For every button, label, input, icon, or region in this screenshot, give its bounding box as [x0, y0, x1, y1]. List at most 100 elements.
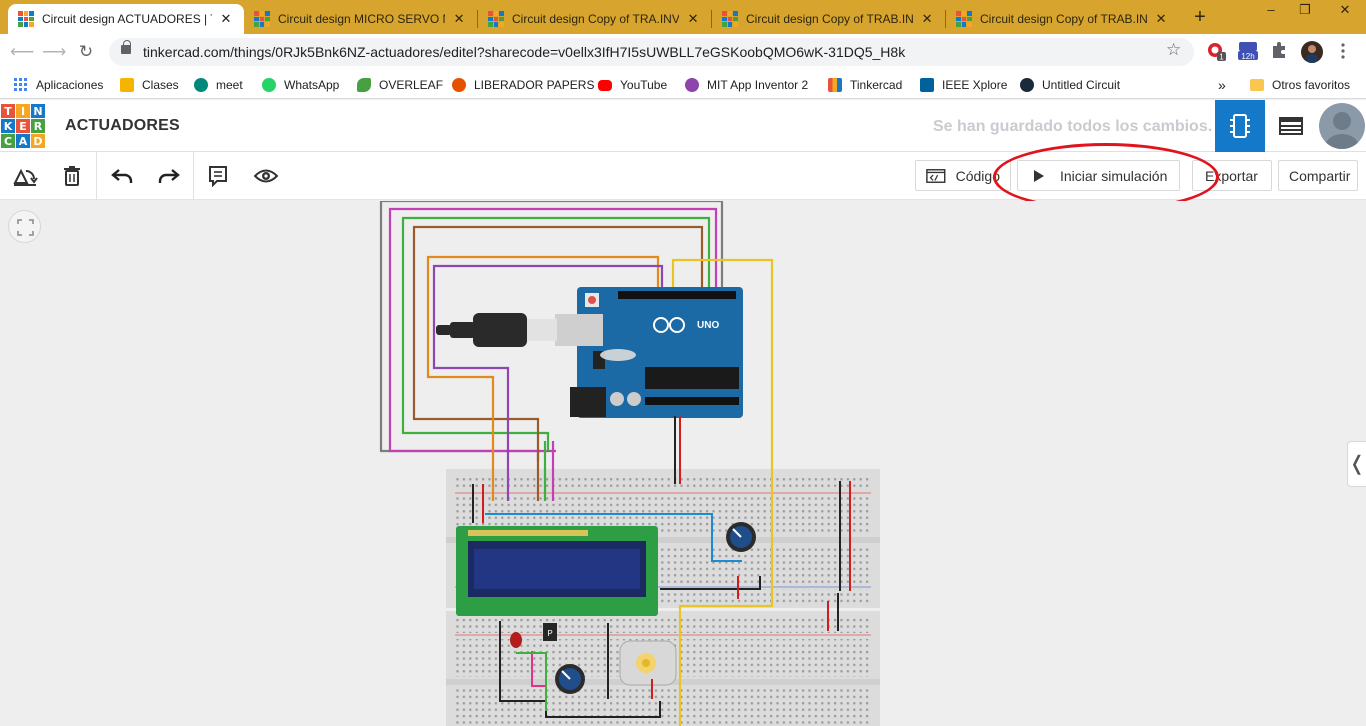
- potentiometer-lcd[interactable]: [726, 522, 756, 552]
- bookmark-other-favorites[interactable]: Otros favoritos: [1250, 76, 1350, 94]
- logo-letter: D: [31, 134, 45, 148]
- close-tab-icon[interactable]: ✕: [218, 11, 234, 27]
- bookmark-untitled-circuit[interactable]: Untitled Circuit: [1020, 76, 1120, 94]
- export-button-label: Exportar: [1205, 167, 1258, 184]
- bookmark-aplicaciones[interactable]: Aplicaciones: [14, 76, 103, 94]
- visibility-eye-icon[interactable]: [251, 161, 281, 191]
- chrome-menu-icon[interactable]: [1337, 41, 1349, 61]
- bookmark-whatsapp[interactable]: WhatsApp: [262, 76, 339, 94]
- meet-icon: [194, 78, 208, 92]
- notes-icon[interactable]: [203, 161, 233, 191]
- apps-grid-icon: [14, 78, 28, 92]
- browser-toolbar: ⟵ ⟶ ↻ tinkercad.com/things/0RJk5Bnk6NZ-a…: [0, 34, 1366, 70]
- youtube-icon: [598, 79, 612, 91]
- bookmark-ieee-xplore[interactable]: IEEE Xplore: [920, 76, 1007, 94]
- logo-letter: A: [16, 134, 30, 148]
- logo-letter: R: [31, 119, 45, 133]
- close-tab-icon[interactable]: ✕: [685, 11, 701, 27]
- bookmark-liberador-papers[interactable]: LIBERADOR PAPERS: [452, 76, 594, 94]
- user-avatar[interactable]: [1319, 103, 1365, 149]
- code-button-label: Código: [955, 167, 1000, 184]
- browser-tab-active[interactable]: Circuit design ACTUADORES | Ti ✕: [8, 4, 244, 34]
- logo-letter: K: [1, 119, 15, 133]
- bookmark-clases[interactable]: Clases: [120, 76, 179, 94]
- reload-button[interactable]: ↻: [74, 41, 98, 63]
- potentiometer-motor[interactable]: [555, 664, 585, 694]
- address-bar[interactable]: tinkercad.com/things/0RJk5Bnk6NZ-actuado…: [109, 38, 1194, 66]
- extension-opera-icon[interactable]: 1: [1207, 41, 1227, 62]
- browser-tab[interactable]: Circuit design MICRO SERVO M ✕: [244, 4, 477, 34]
- bookmarks-overflow-button[interactable]: »: [1218, 76, 1226, 94]
- tinkercad-favicon-icon: [18, 11, 34, 27]
- tinkercad-logo[interactable]: T I N K E R C A D: [1, 104, 45, 148]
- play-icon: [1034, 169, 1044, 182]
- breadboard-chip-icon: [1230, 114, 1250, 138]
- close-window-button[interactable]: ✕: [1330, 2, 1360, 18]
- browser-tab-strip: Circuit design ACTUADORES | Ti ✕ Circuit…: [0, 0, 1366, 34]
- bookmark-meet[interactable]: meet: [194, 76, 243, 94]
- redo-icon[interactable]: [154, 161, 184, 191]
- bookmark-label: Clases: [142, 78, 179, 92]
- close-tab-icon[interactable]: ✕: [1153, 11, 1169, 27]
- save-status-text: Se han guardado todos los cambios.: [933, 118, 1213, 135]
- overleaf-icon: [357, 78, 371, 92]
- undo-icon[interactable]: [107, 161, 137, 191]
- code-button[interactable]: Código: [915, 160, 1011, 191]
- tab-title: Circuit design Copy of TRAB.INV: [746, 12, 914, 26]
- extension-badge-text: 12h: [1241, 52, 1254, 61]
- tab-title: Circuit design Copy of TRA.INV.A: [512, 12, 680, 26]
- extension-calendar-icon[interactable]: 12h: [1237, 41, 1258, 61]
- lcd-16x2-display[interactable]: [456, 526, 658, 616]
- start-simulation-label: Iniciar simulación: [1060, 167, 1168, 184]
- bookmark-label: Otros favoritos: [1272, 78, 1351, 92]
- rotate-icon[interactable]: [10, 161, 40, 191]
- new-tab-button[interactable]: +: [1189, 6, 1211, 29]
- profile-avatar[interactable]: [1301, 41, 1323, 63]
- back-button[interactable]: ⟵: [10, 41, 34, 63]
- bookmark-mit-app-inventor[interactable]: MIT App Inventor 2: [685, 76, 808, 94]
- dc-motor[interactable]: [619, 640, 677, 686]
- component-list-view-button[interactable]: [1267, 100, 1315, 152]
- tinkercad-icon: [828, 78, 842, 92]
- red-led[interactable]: [510, 632, 522, 648]
- extension-badge-count: 1: [1219, 53, 1224, 62]
- minimize-window-button[interactable]: –: [1256, 2, 1286, 17]
- bookmark-label: OVERLEAF: [379, 78, 444, 92]
- maximize-window-button[interactable]: ❐: [1290, 2, 1320, 18]
- circuit-view-button[interactable]: [1215, 100, 1265, 152]
- classroom-icon: [120, 78, 134, 92]
- extensions-puzzle-icon[interactable]: [1270, 41, 1290, 61]
- close-tab-icon[interactable]: ✕: [919, 11, 935, 27]
- tinkercad-favicon-icon: [254, 11, 270, 27]
- bookmark-tinkercad[interactable]: Tinkercad: [828, 76, 902, 94]
- share-button-label: Compartir: [1289, 167, 1351, 184]
- circuit-icon: [1020, 78, 1034, 92]
- circuit-schematic: UNO P: [379, 201, 880, 726]
- bookmark-label: Untitled Circuit: [1042, 78, 1121, 92]
- bookmark-star-icon[interactable]: ☆: [1166, 40, 1181, 60]
- forward-button[interactable]: ⟶: [42, 41, 66, 63]
- export-button[interactable]: Exportar: [1192, 160, 1272, 191]
- close-tab-icon[interactable]: ✕: [451, 11, 467, 27]
- arduino-uno-board[interactable]: UNO: [570, 287, 743, 418]
- bookmark-label: meet: [216, 78, 243, 92]
- browser-tab[interactable]: Circuit design Copy of TRAB.INV ✕: [712, 4, 945, 34]
- project-title[interactable]: ACTUADORES: [65, 117, 180, 135]
- transistor[interactable]: P: [543, 623, 557, 641]
- browser-tab[interactable]: Circuit design Copy of TRAB.INV ✕: [946, 4, 1179, 34]
- bookmark-label: YouTube: [620, 78, 668, 92]
- tab-title: Circuit design MICRO SERVO M: [278, 12, 446, 26]
- start-simulation-button[interactable]: Iniciar simulación: [1017, 160, 1180, 191]
- tab-title: Circuit design Copy of TRAB.INV: [980, 12, 1148, 26]
- browser-tab[interactable]: Circuit design Copy of TRA.INV.A ✕: [478, 4, 711, 34]
- bookmark-youtube[interactable]: YouTube: [598, 76, 667, 94]
- usb-cable: [436, 313, 603, 347]
- bookmark-label: IEEE Xplore: [942, 78, 1008, 92]
- code-editor-icon: [926, 168, 946, 183]
- bookmark-overleaf[interactable]: OVERLEAF: [357, 76, 443, 94]
- svg-text:P: P: [547, 629, 552, 638]
- trash-icon[interactable]: [57, 161, 87, 191]
- share-button[interactable]: Compartir: [1278, 160, 1358, 191]
- tab-title: Circuit design ACTUADORES | Ti: [42, 12, 212, 26]
- circuit-canvas[interactable]: ❬ UNO P: [0, 201, 1366, 726]
